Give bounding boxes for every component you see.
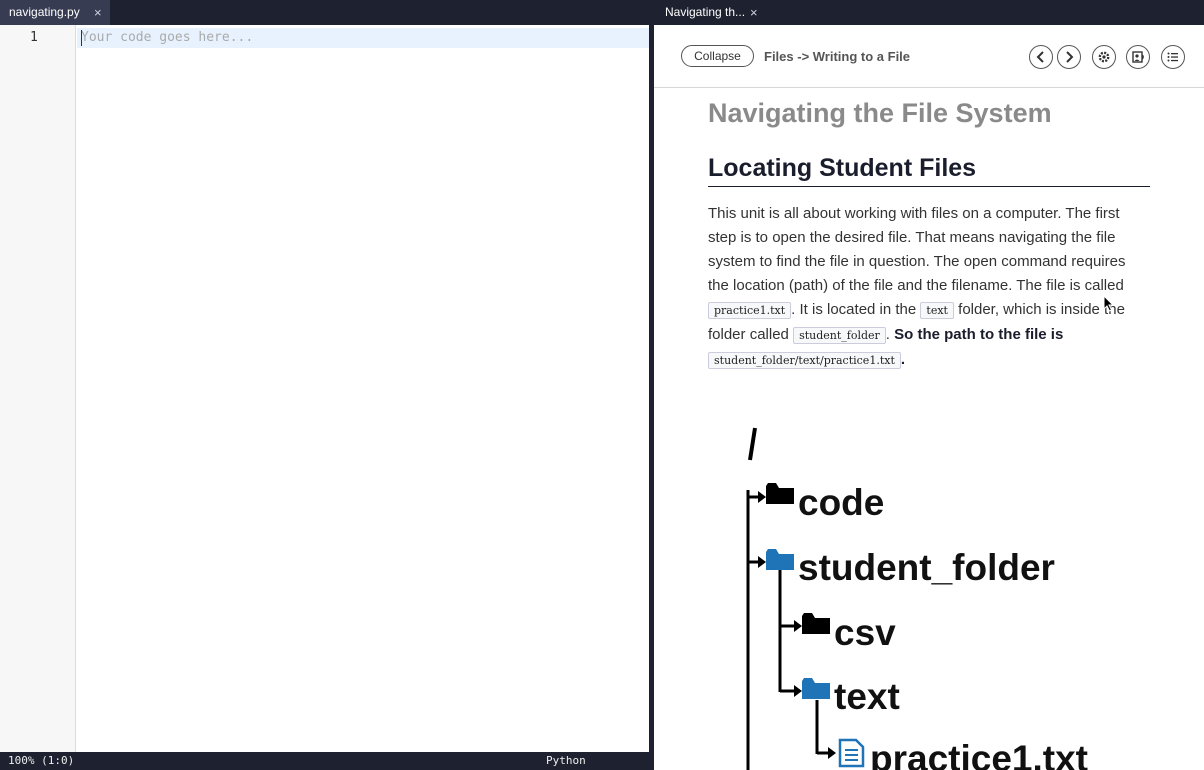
page-title: Navigating the File System [708, 98, 1052, 128]
code-placeholder: Your code goes here... [81, 30, 254, 45]
tab-label: Navigating th... [665, 5, 746, 19]
folder-icon [766, 549, 794, 570]
mouse-cursor-icon [1103, 295, 1115, 312]
bold-text: . [900, 351, 906, 368]
editor-tab-bar: navigating.py × [0, 0, 649, 25]
file-tree-diagram: code student_folder csv text practice1.t… [730, 420, 1170, 770]
tab-navigating-py[interactable]: navigating.py × [0, 0, 110, 25]
guide-pane: Navigating th... × Collapse Files -> Wri… [654, 0, 1204, 770]
read-aloud-icon[interactable] [1126, 45, 1150, 69]
close-icon[interactable]: × [94, 0, 102, 25]
intro-paragraph: This unit is all about working with file… [708, 202, 1150, 373]
status-bar: 100% (1:0) Python [0, 752, 649, 770]
folder-icon [802, 613, 830, 634]
file-icon [838, 738, 865, 768]
tree-item-text: text [834, 676, 900, 717]
gear-icon[interactable] [1092, 45, 1116, 69]
chevron-left-icon[interactable] [1029, 45, 1053, 69]
text-span: This unit is all about working with file… [708, 205, 1126, 294]
code-snippet-folder: text [920, 302, 954, 319]
tree-lines [746, 427, 836, 770]
close-icon[interactable]: × [750, 0, 758, 25]
line-number-gutter: 1 [0, 25, 76, 752]
line-number: 1 [30, 30, 38, 45]
chevron-right-icon[interactable] [1057, 45, 1081, 69]
guide-tab-bar: Navigating th... × [654, 0, 1204, 25]
tab-navigating-guide[interactable]: Navigating th... × [654, 0, 770, 25]
code-snippet-parent-folder: student_folder [793, 327, 886, 344]
status-language[interactable]: Python [546, 752, 586, 770]
tab-label: navigating.py [9, 5, 80, 19]
status-zoom: 100% (1:0) [8, 754, 75, 767]
breadcrumb: Files -> Writing to a File [764, 49, 911, 64]
tree-item-student-folder: student_folder [798, 547, 1055, 588]
tree-item-practice1-txt: practice1.txt [870, 738, 1088, 770]
section-divider [708, 186, 1150, 187]
code-snippet-filename: practice1.txt [708, 302, 792, 319]
guide-toolbar: Collapse Files -> Writing to a File [654, 25, 1204, 88]
text-cursor [81, 30, 82, 46]
section-title: Locating Student Files [708, 154, 977, 182]
folder-icon [766, 483, 794, 504]
code-editor[interactable]: Your code goes here... [77, 25, 649, 752]
folder-icon [802, 678, 830, 699]
collapse-button[interactable]: Collapse [681, 45, 754, 67]
text-span: . It is located in the [791, 301, 921, 318]
text-span: . [885, 326, 895, 343]
tree-item-csv: csv [834, 612, 896, 653]
code-snippet-path: student_folder/text/practice1.txt [708, 352, 901, 369]
tree-item-code: code [798, 482, 885, 523]
list-icon[interactable] [1161, 45, 1185, 69]
editor-pane: navigating.py × 1 Your code goes here...… [0, 0, 649, 770]
bold-text: So the path to the file is [894, 326, 1064, 343]
